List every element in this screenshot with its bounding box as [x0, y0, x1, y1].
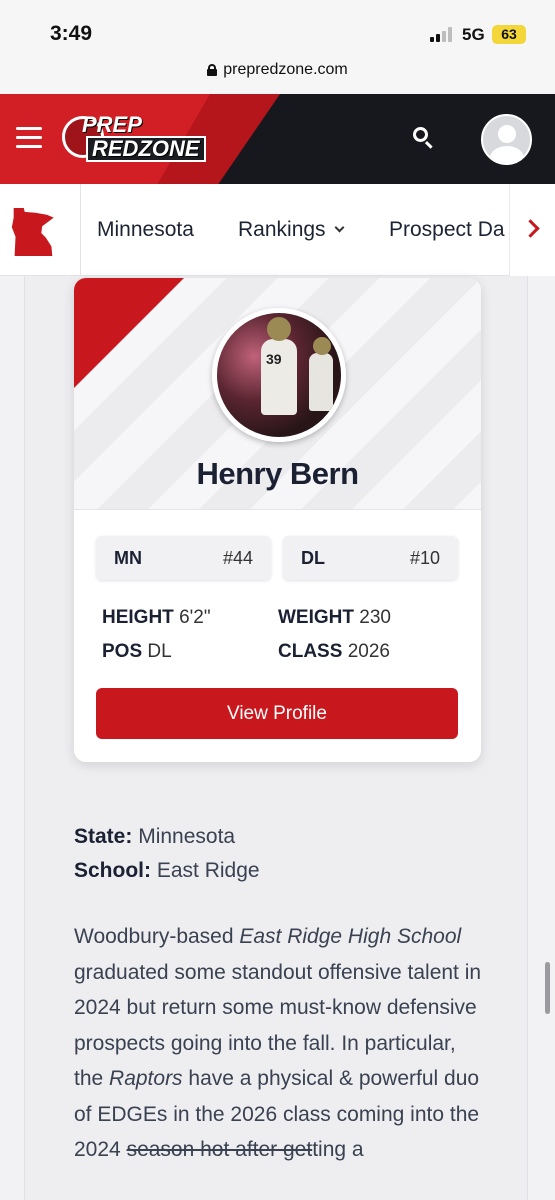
nav-scroll-right-button[interactable]: [509, 184, 555, 276]
network-type: 5G: [462, 25, 485, 44]
nav-item-rankings[interactable]: Rankings: [238, 218, 345, 242]
user-avatar-icon[interactable]: [481, 114, 532, 165]
info-school: School: East Ridge: [74, 859, 260, 882]
stat-position: POS DL: [102, 641, 172, 662]
info-state: State: Minnesota: [74, 825, 236, 848]
state-rank-badge: MN #44: [96, 536, 271, 580]
site-logo[interactable]: PREP REDZONE: [62, 114, 206, 164]
cellular-signal-icon: [430, 27, 456, 42]
player-card: 39 Henry Bern MN #44 DL #10 HEIGHT 6'2" …: [74, 278, 481, 762]
battery-icon: 63: [492, 25, 526, 44]
chevron-down-icon: [334, 222, 345, 233]
state-link[interactable]: Minnesota: [138, 825, 235, 848]
search-icon[interactable]: [413, 127, 435, 149]
stat-class: CLASS 2026: [278, 641, 390, 662]
menu-icon[interactable]: [16, 127, 42, 149]
address-bar[interactable]: prepredzone.com: [0, 58, 555, 94]
chevron-right-icon: [521, 219, 540, 238]
player-photo: 39: [212, 308, 346, 442]
photo-jersey-number: 39: [266, 351, 282, 367]
logo-text: PREP REDZONE: [82, 114, 206, 162]
view-profile-button[interactable]: View Profile: [96, 688, 458, 739]
school-link[interactable]: East Ridge: [157, 859, 260, 882]
status-bar: 3:49 5G 63: [0, 0, 555, 58]
url-text: prepredzone.com: [223, 61, 348, 78]
position-rank-badge: DL #10: [283, 536, 458, 580]
player-name: Henry Bern: [196, 456, 359, 491]
stat-weight: WEIGHT 230: [278, 607, 391, 628]
nav-item-rankings-label: Rankings: [238, 218, 326, 241]
nav-item-prospect-database[interactable]: Prospect Da: [389, 218, 509, 242]
state-rank-value: #44: [222, 548, 253, 568]
lock-icon: [207, 64, 218, 76]
position-rank-value: #10: [409, 548, 440, 568]
logo-line-2: REDZONE: [86, 136, 206, 162]
state-nav: Minnesota Rankings Prospect Da: [0, 184, 555, 276]
page-scrollbar[interactable]: [545, 962, 550, 1014]
nav-item-minnesota[interactable]: Minnesota: [97, 218, 194, 242]
status-time: 3:49: [50, 22, 93, 45]
stat-height: HEIGHT 6'2": [102, 607, 211, 628]
state-rank-label: MN: [114, 548, 142, 568]
nav-divider: [80, 184, 81, 276]
article-paragraph: Woodbury-based East Ridge High School gr…: [74, 925, 482, 1161]
logo-line-1: PREP: [82, 112, 142, 137]
minnesota-map-icon[interactable]: [11, 208, 54, 256]
position-rank-label: DL: [301, 548, 325, 568]
site-header: PREP REDZONE: [0, 94, 555, 184]
